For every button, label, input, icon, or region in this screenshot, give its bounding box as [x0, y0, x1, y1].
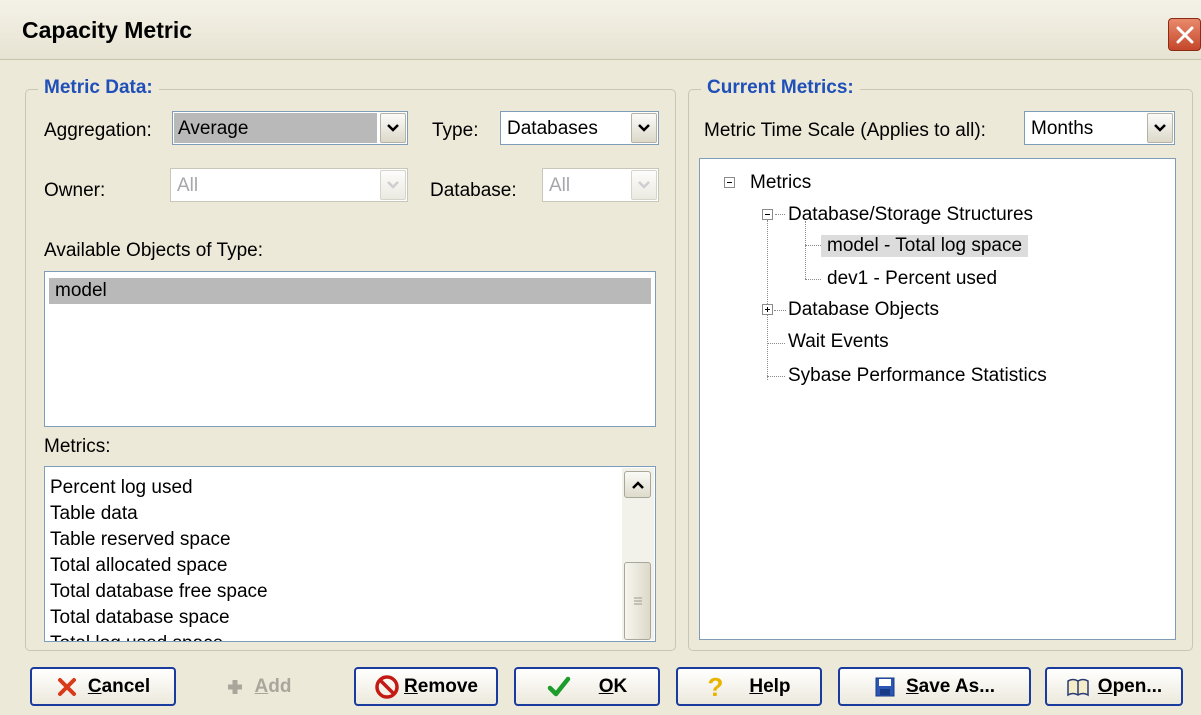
close-icon: [1176, 26, 1193, 43]
expand-toggle-db-objects[interactable]: [762, 304, 773, 315]
tree-connector: [774, 310, 786, 311]
question-mark-icon: ?: [707, 671, 724, 702]
available-objects-label: Available Objects of Type:: [44, 240, 263, 261]
remove-label: emove: [417, 675, 478, 697]
save-as-button[interactable]: Save As...: [838, 667, 1031, 706]
list-item[interactable]: Table data: [50, 503, 138, 525]
type-dropdown-button[interactable]: [631, 113, 657, 143]
tree-connector: [767, 376, 785, 377]
list-item[interactable]: Total allocated space: [50, 555, 227, 577]
available-objects-list[interactable]: model: [44, 271, 656, 427]
ok-label: K: [613, 675, 628, 697]
metrics-list[interactable]: Percent log used Table data Table reserv…: [44, 466, 656, 642]
owner-select: All: [170, 168, 408, 202]
timescale-label: Metric Time Scale (Applies to all):: [704, 120, 986, 141]
chevron-up-icon: [631, 481, 644, 489]
type-value: Databases: [507, 118, 598, 139]
aggregation-dropdown-button[interactable]: [380, 113, 406, 143]
floppy-disk-icon: [875, 677, 895, 696]
close-button[interactable]: [1168, 18, 1201, 51]
metrics-label: Metrics:: [44, 436, 111, 457]
ok-button[interactable]: OK: [514, 667, 660, 706]
chevron-down-icon: [638, 180, 650, 189]
open-mnemonic: O: [1097, 675, 1113, 697]
metric-data-legend: Metric Data:: [38, 77, 159, 99]
tree-node-db-storage[interactable]: Database/Storage Structures: [788, 204, 1033, 226]
tree-connector: [767, 343, 785, 344]
timescale-select[interactable]: Months: [1024, 111, 1175, 145]
help-mnemonic: H: [749, 675, 764, 697]
chevron-down-icon: [387, 123, 399, 132]
type-select[interactable]: Databases: [500, 111, 659, 145]
tree-node-db-objects[interactable]: Database Objects: [788, 299, 939, 321]
tree-connector: [767, 220, 768, 380]
list-item[interactable]: Total log used space: [50, 633, 223, 641]
metrics-scrollbar[interactable]: [622, 468, 654, 640]
tree-node-model-total-log-space[interactable]: model - Total log space: [821, 235, 1029, 257]
tree-connector: [805, 221, 806, 279]
grip-icon: [633, 597, 642, 605]
database-dropdown-button: [631, 170, 657, 200]
timescale-value: Months: [1031, 118, 1094, 139]
owner-label: Owner:: [44, 180, 106, 201]
tree-node-sybase-stats[interactable]: Sybase Performance Statistics: [788, 365, 1047, 387]
list-item[interactable]: Percent log used: [50, 477, 193, 499]
add-mnemonic: A: [254, 675, 269, 697]
open-button[interactable]: Open...: [1045, 667, 1183, 706]
prohibited-icon: [375, 674, 399, 699]
cancel-mnemonic: C: [87, 675, 102, 697]
chevron-down-icon: [387, 180, 399, 189]
current-metrics-tree[interactable]: Metrics Database/Storage Structures mode…: [699, 158, 1176, 640]
tree-node-dev1-percent-used[interactable]: dev1 - Percent used: [827, 268, 997, 290]
aggregation-label: Aggregation:: [44, 120, 152, 141]
title-bar: Capacity Metric: [0, 0, 1201, 60]
database-label: Database:: [430, 180, 517, 201]
aggregation-select[interactable]: Average: [172, 111, 408, 145]
cancel-label: ancel: [101, 675, 151, 697]
open-label: pen...: [1112, 675, 1163, 697]
scroll-thumb[interactable]: [624, 562, 651, 640]
list-item[interactable]: Total database free space: [50, 581, 268, 603]
owner-value: All: [177, 175, 199, 196]
tree-node-wait-events[interactable]: Wait Events: [788, 331, 889, 353]
current-metrics-legend: Current Metrics:: [701, 77, 860, 99]
timescale-dropdown-button[interactable]: [1147, 113, 1173, 143]
add-label: dd: [268, 675, 292, 697]
tree-connector: [805, 279, 821, 280]
save-as-label: ave As...: [918, 675, 996, 697]
collapse-toggle-db-storage[interactable]: [762, 209, 773, 220]
tree-node-metrics[interactable]: Metrics: [750, 172, 811, 194]
remove-mnemonic: R: [404, 675, 418, 697]
aggregation-value: Average: [174, 113, 377, 143]
chevron-down-icon: [638, 123, 650, 132]
window-title: Capacity Metric: [22, 17, 193, 43]
owner-dropdown-button: [380, 170, 406, 200]
plus-icon: [227, 679, 242, 694]
checkmark-icon: [547, 676, 570, 696]
collapse-toggle-metrics[interactable]: [724, 177, 735, 188]
open-book-icon: [1067, 678, 1089, 696]
add-button: Add: [190, 667, 326, 706]
x-icon: [57, 677, 76, 696]
ok-mnemonic: O: [598, 675, 614, 697]
cancel-button[interactable]: Cancel: [30, 667, 176, 706]
remove-button[interactable]: Remove: [354, 667, 498, 706]
tree-connector: [775, 214, 785, 215]
type-label: Type:: [432, 120, 479, 141]
save-as-mnemonic: S: [905, 675, 919, 697]
help-button[interactable]: ? Help: [676, 667, 822, 706]
list-item[interactable]: Total database space: [50, 607, 230, 629]
help-label: elp: [763, 675, 791, 697]
database-value: All: [549, 175, 571, 196]
list-item[interactable]: Table reserved space: [50, 529, 231, 551]
chevron-down-icon: [1154, 123, 1166, 132]
list-item[interactable]: model: [49, 278, 651, 304]
database-select: All: [542, 168, 659, 202]
tree-connector: [805, 245, 821, 246]
scroll-up-button[interactable]: [624, 471, 651, 498]
